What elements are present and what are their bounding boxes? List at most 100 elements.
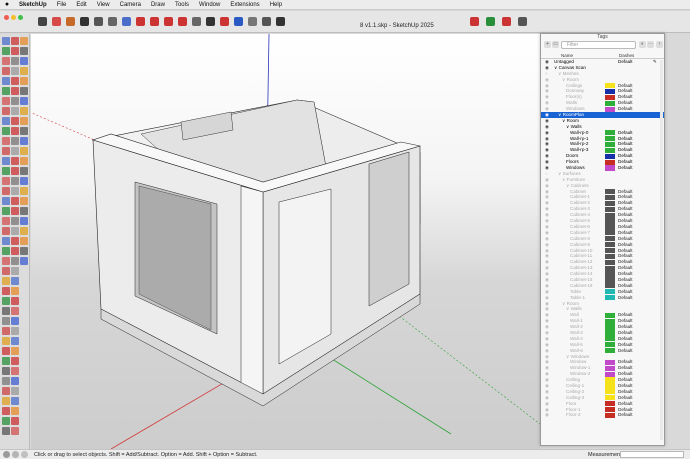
tag-color-swatch[interactable] — [605, 224, 615, 230]
tool-palette-icon[interactable] — [20, 257, 28, 265]
menu-camera[interactable]: Camera — [115, 2, 146, 8]
tag-color-swatch[interactable] — [605, 106, 615, 112]
tool-palette-icon[interactable] — [20, 77, 28, 85]
tool-palette-icon[interactable] — [2, 337, 10, 345]
tool-palette-icon[interactable] — [2, 147, 10, 155]
tool-palette-icon[interactable] — [11, 427, 19, 435]
model-viewport[interactable] — [31, 34, 540, 449]
menu-draw[interactable]: Draw — [146, 2, 170, 8]
tool-palette-icon[interactable] — [11, 137, 19, 145]
tool-palette-icon[interactable] — [11, 177, 19, 185]
tag-color-swatch[interactable] — [605, 130, 615, 136]
tag-color-swatch[interactable] — [605, 82, 615, 89]
orbit-icon[interactable] — [234, 17, 243, 26]
warehouse-icon[interactable] — [470, 17, 479, 26]
col-name[interactable]: Name — [561, 53, 573, 58]
tag-color-swatch[interactable] — [605, 218, 615, 224]
line-icon[interactable] — [80, 17, 89, 26]
tool-palette-icon[interactable] — [11, 297, 19, 305]
select-icon[interactable] — [38, 17, 47, 26]
geolocation-icon[interactable] — [3, 451, 10, 458]
tag-color-swatch[interactable] — [605, 253, 615, 259]
tool-palette-icon[interactable] — [2, 397, 10, 405]
credits-icon[interactable] — [12, 451, 19, 458]
tag-color-swatch[interactable] — [605, 295, 615, 301]
tag-color-swatch[interactable] — [605, 135, 615, 142]
scale-icon[interactable] — [164, 17, 173, 26]
offset-icon[interactable] — [178, 17, 187, 26]
tool-palette-icon[interactable] — [2, 247, 10, 255]
tool-palette-icon[interactable] — [11, 317, 19, 325]
tool-palette-icon[interactable] — [11, 127, 19, 135]
tag-color-swatch[interactable] — [605, 153, 615, 159]
tag-label[interactable]: Floor-2 — [566, 412, 581, 418]
tool-palette-icon[interactable] — [2, 127, 10, 135]
tool-palette-icon[interactable] — [11, 37, 19, 45]
tag-color-swatch[interactable] — [605, 342, 615, 348]
tool-palette-icon[interactable] — [2, 137, 10, 145]
rotate-icon[interactable] — [150, 17, 159, 26]
extension-icon[interactable] — [486, 17, 495, 26]
tool-palette-icon[interactable] — [11, 67, 19, 75]
tag-color-swatch[interactable] — [605, 88, 615, 95]
measurements-field[interactable] — [620, 451, 684, 458]
tags-scrollbar[interactable] — [660, 60, 663, 440]
axes-icon[interactable] — [220, 17, 229, 26]
tag-color-swatch[interactable] — [605, 159, 615, 165]
tool-palette-icon[interactable] — [11, 327, 19, 335]
tool-palette-icon[interactable] — [2, 57, 10, 65]
tag-color-swatch[interactable] — [605, 348, 615, 354]
tool-palette-icon[interactable] — [2, 47, 10, 55]
tag-color-swatch[interactable] — [605, 230, 615, 236]
tag-color-swatch[interactable] — [605, 371, 615, 377]
tag-filter-input[interactable]: Filter — [561, 41, 636, 49]
tag-color-swatch[interactable] — [605, 401, 615, 407]
tag-color-swatch[interactable] — [605, 236, 615, 242]
paint-icon[interactable] — [66, 17, 75, 26]
tool-palette-icon[interactable] — [2, 37, 10, 45]
tool-palette-icon[interactable] — [20, 117, 28, 125]
menu-tools[interactable]: Tools — [170, 2, 194, 8]
tag-color-swatch[interactable] — [605, 324, 615, 330]
tool-palette-icon[interactable] — [11, 347, 19, 355]
tool-palette-icon[interactable] — [2, 347, 10, 355]
tool-palette-icon[interactable] — [11, 417, 19, 425]
tape-icon[interactable] — [192, 17, 201, 26]
add-tag-button[interactable]: + — [544, 41, 551, 48]
tool-palette-icon[interactable] — [2, 167, 10, 175]
eye-visible-icon[interactable]: ◉ — [545, 412, 551, 418]
menu-help[interactable]: Help — [265, 2, 287, 8]
tool-palette-icon[interactable] — [2, 317, 10, 325]
tag-row[interactable]: ◉ Floor-2 Default — [541, 412, 664, 419]
tool-palette-icon[interactable] — [11, 87, 19, 95]
tool-palette-icon[interactable] — [20, 57, 28, 65]
tool-palette-icon[interactable] — [2, 327, 10, 335]
menu-file[interactable]: File — [52, 2, 72, 8]
tag-color-swatch[interactable] — [605, 194, 615, 201]
tag-color-swatch[interactable] — [605, 330, 615, 336]
tool-palette-icon[interactable] — [2, 157, 10, 165]
tag-color-swatch[interactable] — [605, 242, 615, 248]
tag-color-swatch[interactable] — [605, 377, 615, 383]
tool-palette-icon[interactable] — [2, 387, 10, 395]
tool-palette-icon[interactable] — [11, 57, 19, 65]
apple-menu-icon[interactable]: ● — [0, 1, 14, 8]
tool-palette-icon[interactable] — [2, 117, 10, 125]
tool-palette-icon[interactable] — [20, 87, 28, 95]
tool-palette-icon[interactable] — [11, 147, 19, 155]
zoom-extents-icon[interactable] — [276, 17, 285, 26]
tool-palette-icon[interactable] — [11, 107, 19, 115]
tool-palette-icon[interactable] — [2, 417, 10, 425]
tool-palette-icon[interactable] — [2, 357, 10, 365]
tool-palette-icon[interactable] — [20, 187, 28, 195]
tool-palette-icon[interactable] — [2, 377, 10, 385]
tool-palette-icon[interactable] — [11, 307, 19, 315]
tag-color-swatch[interactable] — [605, 336, 615, 342]
tool-palette-icon[interactable] — [2, 257, 10, 265]
tag-color-swatch[interactable] — [605, 265, 615, 271]
tool-palette-icon[interactable] — [20, 37, 28, 45]
tool-palette-icon[interactable] — [11, 167, 19, 175]
rectangle-icon[interactable] — [108, 17, 117, 26]
tool-palette-icon[interactable] — [11, 257, 19, 265]
tag-color-swatch[interactable] — [605, 200, 615, 206]
